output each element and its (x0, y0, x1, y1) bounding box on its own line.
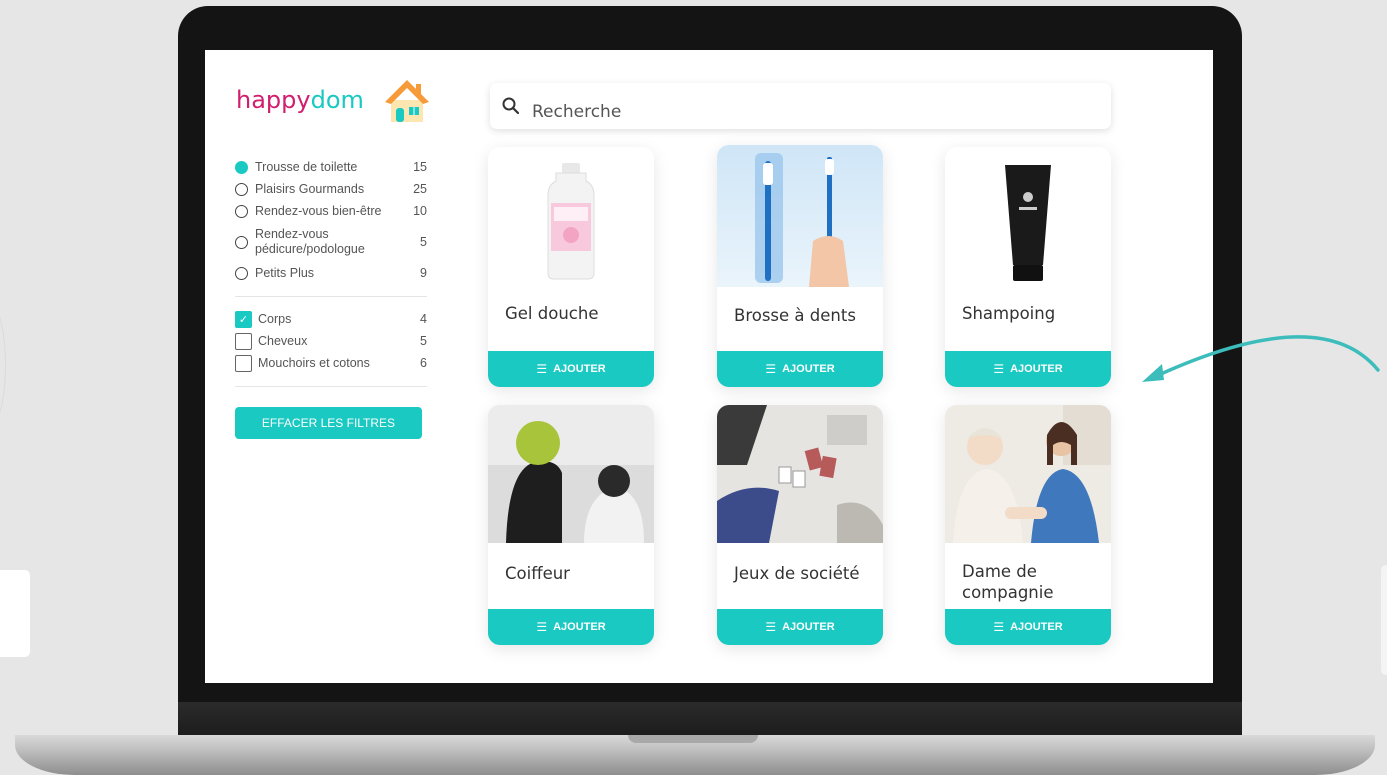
product-card[interactable]: Gel douche ☰ AJOUTER (488, 147, 654, 387)
product-card[interactable]: Dame de compagnie ☰ AJOUTER (945, 405, 1111, 645)
product-card[interactable]: Shampoing ☰ AJOUTER (945, 147, 1111, 387)
shower-gel-bottle-image (488, 147, 654, 285)
category-label: Petits Plus (255, 265, 315, 280)
subfilter-label: Corps (258, 311, 292, 326)
search-bar[interactable] (490, 83, 1111, 129)
product-title: Brosse à dents (734, 306, 856, 325)
product-title: Coiffeur (505, 564, 570, 583)
radio[interactable] (235, 204, 248, 218)
subfilter-count: 6 (420, 356, 427, 370)
add-button[interactable]: ☰ AJOUTER (717, 351, 883, 387)
category-count: 9 (420, 266, 427, 280)
add-button-label: AJOUTER (782, 363, 835, 375)
category-count: 5 (420, 235, 427, 249)
list-icon: ☰ (765, 620, 777, 634)
list-icon: ☰ (993, 620, 1005, 634)
brand-logo[interactable]: happydom (236, 86, 364, 114)
companion-photo (945, 405, 1111, 543)
radio[interactable] (235, 182, 248, 196)
checkbox-checked[interactable]: ✓ (235, 310, 252, 328)
radio-selected[interactable] (235, 160, 248, 174)
add-button-label: AJOUTER (1010, 621, 1063, 633)
category-count: 10 (413, 204, 427, 218)
category-bien-etre[interactable]: Rendez-vous bien-être 10 (235, 200, 427, 222)
product-title: Jeux de société (734, 564, 860, 583)
background-card-left (0, 570, 30, 657)
add-button[interactable]: ☰ AJOUTER (488, 609, 654, 645)
list-icon: ☰ (765, 362, 777, 376)
clear-filters-button[interactable]: EFFACER LES FILTRES (235, 407, 422, 439)
category-label: Rendez-vous bien-être (255, 203, 382, 218)
add-button-label: AJOUTER (782, 621, 835, 633)
product-card[interactable]: Coiffeur ☰ AJOUTER (488, 405, 654, 645)
toothbrush-image (717, 145, 883, 287)
brand-logo-part1: happy (236, 86, 311, 114)
brand-logo-part2: dom (310, 86, 364, 114)
add-button[interactable]: ☰ AJOUTER (945, 609, 1111, 645)
search-input[interactable] (532, 102, 1032, 122)
product-title: Dame de compagnie (962, 562, 1054, 602)
board-games-photo (717, 405, 883, 543)
shampoo-tube-image (945, 147, 1111, 285)
background-decoration (0, 300, 6, 430)
add-button-label: AJOUTER (553, 621, 606, 633)
hairdresser-photo (488, 405, 654, 543)
search-icon (502, 97, 520, 115)
background-card-right (1381, 565, 1387, 675)
filter-divider (235, 296, 427, 297)
add-button-label: AJOUTER (1010, 363, 1063, 375)
subfilter-cheveux[interactable]: Cheveux 5 (235, 330, 427, 352)
list-icon: ☰ (536, 362, 548, 376)
radio[interactable] (235, 266, 248, 280)
house-icon (385, 80, 429, 122)
category-count: 25 (413, 182, 427, 196)
checkbox[interactable] (235, 332, 252, 350)
filter-panel: Trousse de toilette 15 Plaisirs Gourmand… (235, 156, 427, 398)
add-button[interactable]: ☰ AJOUTER (945, 351, 1111, 387)
add-button[interactable]: ☰ AJOUTER (717, 609, 883, 645)
product-card[interactable]: Brosse à dents ☰ AJOUTER (717, 145, 883, 387)
product-card[interactable]: Jeux de société ☰ AJOUTER (717, 405, 883, 645)
category-label: Rendez-vous pédicure/podologue (255, 227, 365, 256)
add-button-label: AJOUTER (553, 363, 606, 375)
product-title: Gel douche (505, 304, 599, 323)
category-trousse[interactable]: Trousse de toilette 15 (235, 156, 427, 178)
subfilter-label: Mouchoirs et cotons (258, 355, 370, 370)
laptop-notch (628, 735, 758, 743)
subfilter-corps[interactable]: ✓ Corps 4 (235, 308, 427, 330)
list-icon: ☰ (536, 620, 548, 634)
subfilter-mouchoirs[interactable]: Mouchoirs et cotons 6 (235, 352, 427, 374)
add-button[interactable]: ☰ AJOUTER (488, 351, 654, 387)
subfilter-count: 5 (420, 334, 427, 348)
category-podologue[interactable]: Rendez-vous pédicure/podologue 5 (235, 222, 427, 262)
list-icon: ☰ (993, 362, 1005, 376)
subfilter-label: Cheveux (258, 333, 308, 348)
category-label: Plaisirs Gourmands (255, 181, 365, 196)
category-label: Trousse de toilette (255, 159, 358, 174)
subfilter-count: 4 (420, 312, 427, 326)
product-title: Shampoing (962, 304, 1056, 323)
category-plaisirs[interactable]: Plaisirs Gourmands 25 (235, 178, 427, 200)
category-petits-plus[interactable]: Petits Plus 9 (235, 262, 427, 284)
curved-arrow-icon (1142, 335, 1380, 382)
checkbox[interactable] (235, 354, 252, 372)
app-screen: happydom Trousse de toilette 15 Plaisirs… (205, 50, 1213, 683)
filter-divider (235, 386, 427, 387)
category-count: 15 (413, 160, 427, 174)
radio[interactable] (235, 235, 248, 249)
